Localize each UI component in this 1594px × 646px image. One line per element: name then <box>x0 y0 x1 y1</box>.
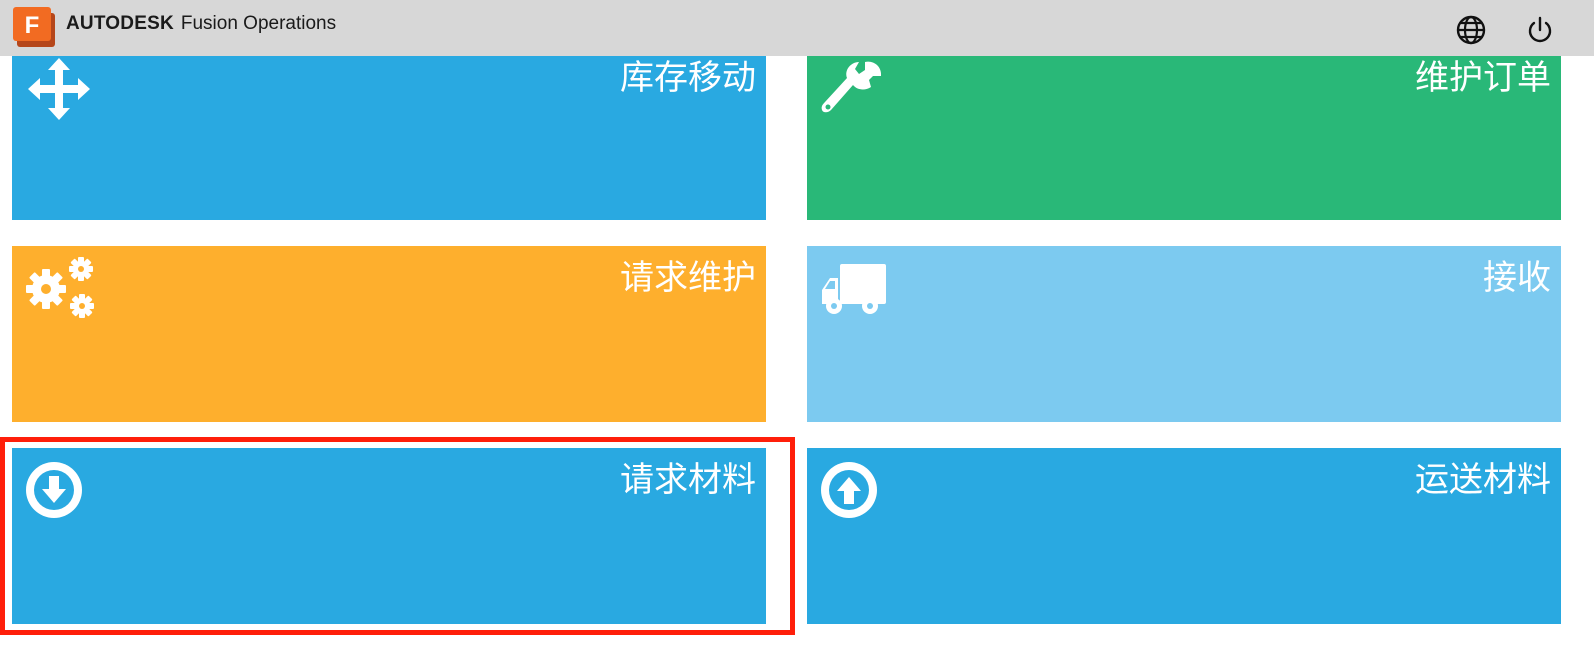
tile-maintenance-orders[interactable]: 维护订单 <box>807 56 1561 220</box>
tile-request-material[interactable]: 请求材料 <box>12 448 766 624</box>
tile-label: 请求维护 <box>620 258 756 298</box>
tile-receive[interactable]: 接收 <box>807 246 1561 422</box>
power-icon[interactable] <box>1524 14 1556 46</box>
product-name: Fusion Operations <box>180 13 337 34</box>
gears-icon <box>26 257 94 318</box>
download-circle-icon <box>26 462 82 518</box>
svg-text:F: F <box>25 12 40 39</box>
app-title: AUTODESK Fusion Operations <box>66 13 336 35</box>
globe-icon[interactable] <box>1455 14 1487 46</box>
tile-label: 运送材料 <box>1415 460 1551 500</box>
tile-request-maintenance[interactable]: 请求维护 <box>12 246 766 422</box>
move-arrows-icon <box>28 58 90 120</box>
wrench-icon <box>821 61 882 113</box>
top-bar: F AUTODESK Fusion Operations <box>0 0 1594 56</box>
truck-icon <box>822 264 886 314</box>
fusion-logo-icon: F <box>13 7 55 47</box>
brand-name: AUTODESK <box>66 13 174 34</box>
upload-circle-icon <box>821 462 877 518</box>
tile-ship-material[interactable]: 运送材料 <box>807 448 1561 624</box>
tile-label: 维护订单 <box>1415 58 1551 98</box>
tile-label: 接收 <box>1483 258 1551 298</box>
tile-label: 库存移动 <box>620 58 756 98</box>
tile-label: 请求材料 <box>620 460 756 500</box>
tile-inventory-move[interactable]: 库存移动 <box>12 56 766 220</box>
